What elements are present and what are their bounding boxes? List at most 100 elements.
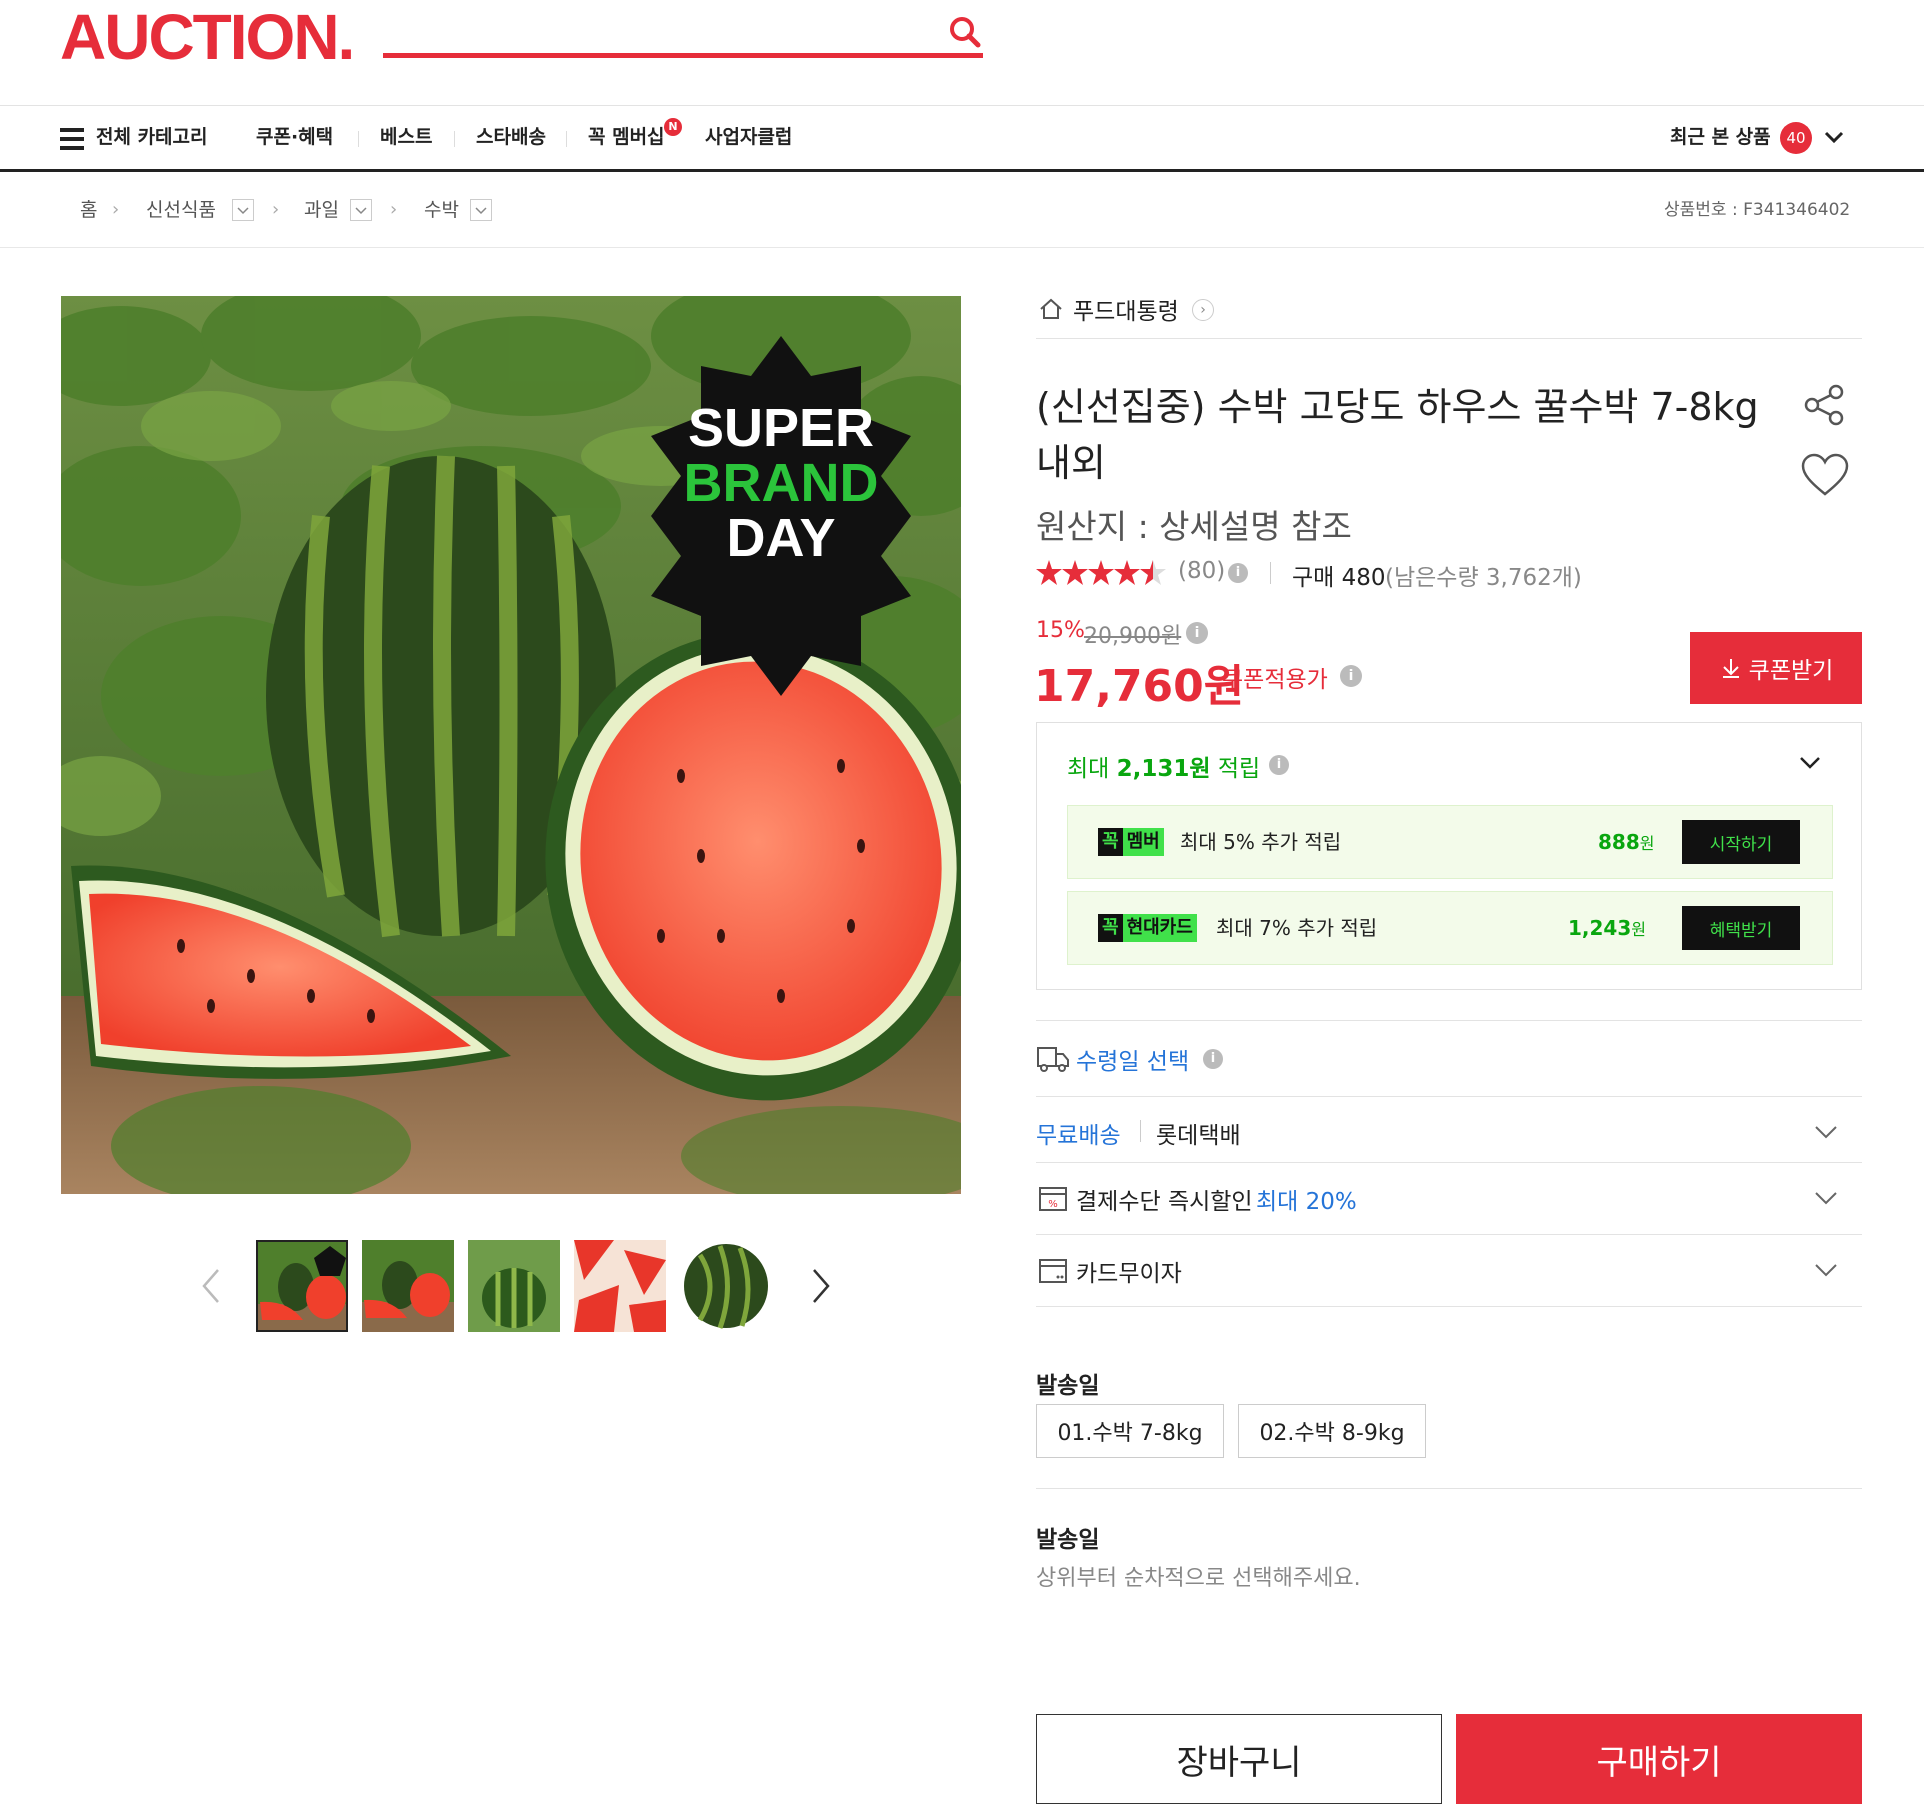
info-icon[interactable]: i bbox=[1203, 1049, 1223, 1069]
selection-hint: 상위부터 순차적으로 선택해주세요. bbox=[1036, 1566, 1361, 1591]
nav-membership[interactable]: 꼭 멤버십 bbox=[588, 106, 665, 169]
breadcrumb-home[interactable]: 홈 bbox=[80, 172, 97, 248]
seller-name[interactable]: 푸드대통령 bbox=[1073, 292, 1179, 326]
truck-icon bbox=[1037, 1047, 1069, 1072]
thumbnail[interactable] bbox=[680, 1240, 772, 1332]
courier-label: 롯데택배 bbox=[1156, 1123, 1241, 1149]
info-icon[interactable]: i bbox=[1228, 563, 1248, 583]
nav-coupon[interactable]: 쿠폰·혜택 bbox=[256, 106, 333, 169]
credit-card-icon bbox=[1039, 1259, 1067, 1283]
origin-label: 원산지 : 상세설명 참조 bbox=[1036, 507, 1352, 546]
breadcrumb-dropdown[interactable] bbox=[470, 199, 492, 221]
purchase-count: 구매 480 bbox=[1292, 565, 1386, 591]
download-icon bbox=[1722, 659, 1739, 678]
main-nav: 전체 카테고리 쿠폰·혜택 베스트 스타배송 꼭 멤버십 N 사업자클럽 최근 … bbox=[0, 106, 1924, 172]
review-count[interactable]: (80) bbox=[1178, 558, 1225, 584]
chevron-left-icon[interactable] bbox=[198, 1266, 224, 1306]
thumbnail[interactable] bbox=[574, 1240, 666, 1332]
points-title[interactable]: 최대 2,131원 적립 bbox=[1067, 749, 1260, 783]
card-benefit-button[interactable]: 혜택받기 bbox=[1682, 906, 1800, 950]
start-membership-button[interactable]: 시작하기 bbox=[1682, 820, 1800, 864]
divider bbox=[1036, 1306, 1862, 1307]
info-icon[interactable]: i bbox=[1269, 755, 1289, 775]
watermelon-photo: SUPER BRAND DAY bbox=[61, 296, 961, 1194]
search-icon[interactable] bbox=[945, 12, 985, 52]
chevron-down-icon bbox=[355, 207, 367, 215]
divider bbox=[1036, 1020, 1862, 1021]
nav-divider bbox=[454, 131, 455, 147]
product-number: 상품번호 : F341346402 bbox=[1664, 200, 1851, 220]
thumbnail[interactable] bbox=[468, 1240, 560, 1332]
divider bbox=[1036, 1162, 1862, 1163]
nav-divider bbox=[358, 131, 359, 147]
star-rating bbox=[1036, 558, 1166, 590]
nav-star-delivery[interactable]: 스타배송 bbox=[476, 106, 546, 169]
header: AUCTION. bbox=[0, 0, 1924, 106]
thumbnail[interactable] bbox=[362, 1240, 454, 1332]
home-icon bbox=[1040, 298, 1062, 319]
chevron-down-icon[interactable] bbox=[1822, 128, 1846, 148]
chevron-down-icon bbox=[475, 207, 487, 215]
coupon-button[interactable]: 쿠폰받기 bbox=[1690, 632, 1862, 704]
svg-text:%: % bbox=[1048, 1199, 1058, 1210]
chevron-right-icon[interactable]: › bbox=[1192, 299, 1214, 321]
chevron-right-icon: › bbox=[112, 199, 120, 220]
payment-discount-label: 결제수단 즉시할인 bbox=[1076, 1189, 1253, 1215]
payment-discount-max: 최대 20% bbox=[1256, 1189, 1357, 1215]
chevron-right-icon: › bbox=[390, 199, 398, 220]
breadcrumb-fruit[interactable]: 과일 bbox=[304, 172, 339, 248]
cart-button[interactable]: 장바구니 bbox=[1036, 1714, 1442, 1804]
hyundai-card-tag: 꼭 현대카드 bbox=[1098, 914, 1197, 942]
auction-logo[interactable]: AUCTION. bbox=[60, 2, 355, 72]
buy-button[interactable]: 구매하기 bbox=[1456, 1714, 1862, 1804]
badge-line-1: SUPER bbox=[688, 398, 874, 458]
nav-best[interactable]: 베스트 bbox=[380, 106, 432, 169]
breadcrumb-watermelon[interactable]: 수박 bbox=[424, 172, 459, 248]
member-points-row: 꼭 멤버 최대 5% 추가 적립 888원 시작하기 bbox=[1067, 805, 1833, 879]
card-points-row: 꼭 현대카드 최대 7% 추가 적립 1,243원 혜택받기 bbox=[1067, 891, 1833, 965]
chevron-right-icon[interactable] bbox=[808, 1266, 834, 1306]
thumbnail[interactable] bbox=[256, 1240, 348, 1332]
coupon-button-label: 쿠폰받기 bbox=[1748, 658, 1834, 684]
divider bbox=[1270, 562, 1271, 584]
payment-calendar-icon: % bbox=[1039, 1187, 1067, 1211]
breadcrumb-fresh-food[interactable]: 신선식품 bbox=[146, 172, 216, 248]
chevron-down-icon[interactable] bbox=[1812, 1256, 1840, 1284]
chevron-down-icon[interactable] bbox=[1812, 1118, 1840, 1146]
chevron-down-icon[interactable] bbox=[1812, 1184, 1840, 1212]
nav-all-categories[interactable]: 전체 카테고리 bbox=[96, 106, 208, 169]
nav-business-club[interactable]: 사업자클럽 bbox=[705, 106, 792, 169]
share-icon[interactable] bbox=[1800, 380, 1850, 430]
search-input[interactable] bbox=[383, 10, 923, 52]
product-title: (신선집중) 수박 고당도 하우스 꿀수박 7-8kg bbox=[1036, 385, 1759, 429]
divider bbox=[1036, 1096, 1862, 1097]
member-tag: 꼭 멤버 bbox=[1098, 828, 1164, 856]
info-icon[interactable]: i bbox=[1340, 665, 1362, 687]
star-icon bbox=[1036, 560, 1166, 585]
breadcrumb-dropdown[interactable] bbox=[232, 199, 254, 221]
receive-date-select[interactable]: 수령일 선택 bbox=[1076, 1042, 1189, 1076]
free-shipping-label: 무료배송 bbox=[1036, 1123, 1121, 1149]
breadcrumb: 홈 › 신선식품 › 과일 › 수박 상품번호 : F341346402 bbox=[0, 172, 1924, 248]
card-points-desc: 최대 7% 추가 적립 bbox=[1216, 916, 1378, 940]
divider bbox=[1036, 1488, 1862, 1489]
member-points-desc: 최대 5% 추가 적립 bbox=[1180, 830, 1342, 854]
menu-icon[interactable] bbox=[60, 128, 84, 150]
heart-icon[interactable] bbox=[1800, 452, 1850, 498]
info-icon[interactable]: i bbox=[1186, 622, 1208, 644]
nav-divider bbox=[566, 131, 567, 147]
points-box: 최대 2,131원 적립 i 꼭 멤버 최대 5% 추가 적립 888원 시작하… bbox=[1036, 722, 1862, 990]
recent-count-badge: 40 bbox=[1780, 122, 1812, 154]
card-installment-label: 카드무이자 bbox=[1076, 1261, 1182, 1287]
search-bar bbox=[383, 10, 983, 58]
discount-rate: 15% bbox=[1036, 618, 1085, 643]
shipping-date-title-2: 발송일 bbox=[1036, 1527, 1100, 1553]
breadcrumb-dropdown[interactable] bbox=[350, 199, 372, 221]
recent-products-label[interactable]: 최근 본 상품 bbox=[1670, 106, 1771, 169]
divider bbox=[1036, 338, 1862, 339]
chevron-down-icon[interactable] bbox=[1797, 753, 1823, 773]
option-8-9kg[interactable]: 02.수박 8-9kg bbox=[1238, 1404, 1426, 1458]
product-main-image[interactable]: SUPER BRAND DAY bbox=[61, 296, 961, 1194]
divider bbox=[1140, 1120, 1141, 1142]
option-7-8kg[interactable]: 01.수박 7-8kg bbox=[1036, 1404, 1224, 1458]
